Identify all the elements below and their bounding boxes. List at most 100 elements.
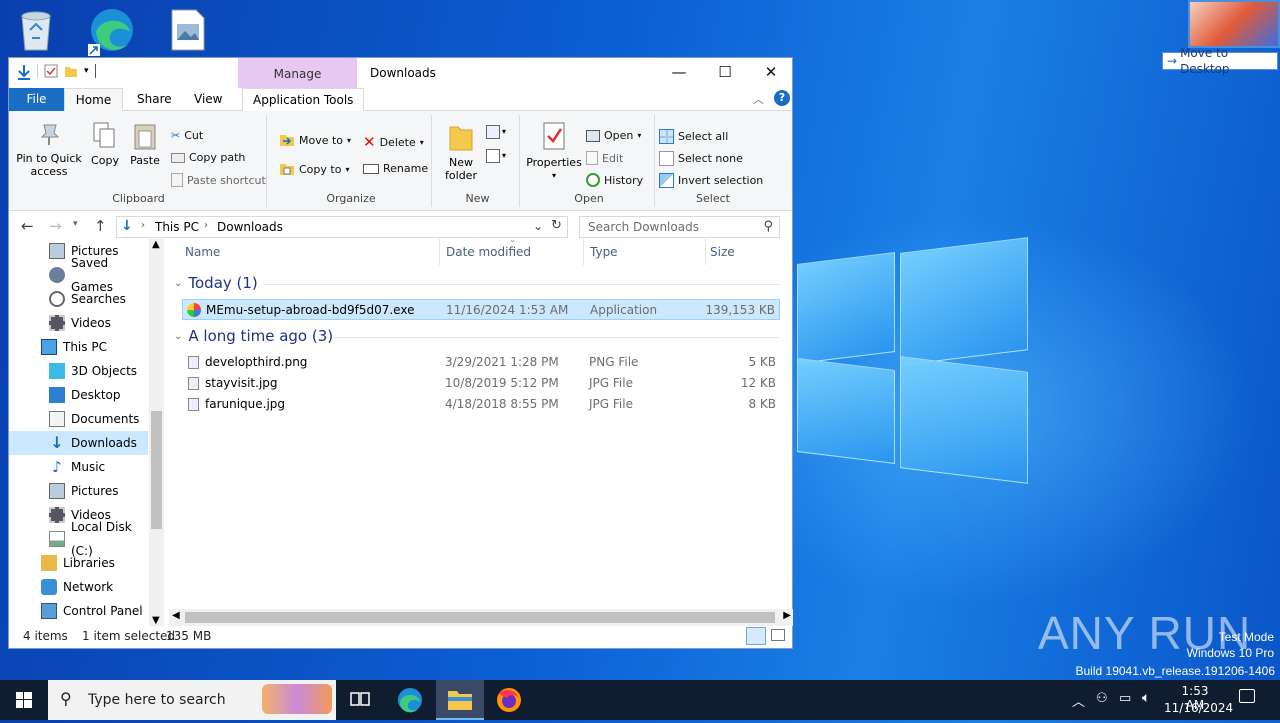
copy-button[interactable]: Copy <box>89 121 121 167</box>
horizontal-scroll-thumb[interactable] <box>185 612 775 623</box>
tab-application-tools[interactable]: Application Tools <box>242 88 365 111</box>
nav-item-pictures-2[interactable]: Pictures <box>9 479 148 503</box>
tab-share[interactable]: Share <box>127 88 182 111</box>
volume-icon[interactable]: 🔈︎ <box>1142 690 1150 706</box>
taskbar-search-box[interactable]: ⚲ Type here to search <box>48 680 336 720</box>
open-button[interactable]: Open ▾ <box>586 129 641 142</box>
clock-date[interactable]: 11/16/2024 <box>1164 701 1233 715</box>
select-all-button[interactable]: Select all <box>659 129 728 144</box>
minimize-button[interactable]: — <box>656 58 702 88</box>
nav-item-network[interactable]: Network <box>9 575 148 599</box>
nav-item-this-pc[interactable]: This PC <box>9 335 148 359</box>
downloads-location-icon: ↓ <box>121 218 133 234</box>
cut-button[interactable]: ✂ Cut <box>171 129 203 142</box>
easy-access-icon[interactable] <box>486 149 500 163</box>
help-icon[interactable]: ? <box>774 90 790 106</box>
scroll-right-icon[interactable]: ▶ <box>783 610 791 621</box>
large-icons-view-icon[interactable] <box>771 629 785 641</box>
paste-shortcut-icon <box>171 173 183 187</box>
connection-tray-icon[interactable]: ▭ <box>1119 691 1131 706</box>
properties-button[interactable]: Properties ▾ <box>526 121 582 182</box>
edit-button[interactable]: Edit <box>586 151 623 165</box>
new-folder-qat-icon[interactable] <box>64 64 78 78</box>
scroll-up-icon[interactable]: ▲ <box>152 239 160 250</box>
close-button[interactable]: ✕ <box>748 58 794 88</box>
back-arrow-icon[interactable]: ← <box>21 217 34 235</box>
file-row-developthird[interactable]: developthird.png 3/29/2021 1:28 PM PNG F… <box>182 352 780 373</box>
copy-path-button[interactable]: Copy path <box>171 151 245 164</box>
file-row-memu-setup[interactable]: MEmu-setup-abroad-bd9f5d07.exe 11/16/202… <box>182 299 780 320</box>
tab-home[interactable]: Home <box>64 88 123 111</box>
start-button[interactable] <box>0 680 48 720</box>
notifications-icon[interactable] <box>1239 689 1255 703</box>
move-to-button[interactable]: Move to ▾ <box>279 133 351 147</box>
nav-item-desktop[interactable]: Desktop <box>9 383 148 407</box>
tab-file[interactable]: File <box>9 88 64 111</box>
forward-arrow-icon[interactable]: → <box>49 217 62 235</box>
invert-selection-button[interactable]: Invert selection <box>659 173 763 188</box>
taskbar-firefox-button[interactable] <box>485 680 533 720</box>
column-name[interactable]: Name <box>185 239 220 265</box>
recycle-bin-icon[interactable] <box>16 8 60 52</box>
rename-button[interactable]: Rename <box>363 162 428 175</box>
nav-item-local-disk[interactable]: Local Disk (C:) <box>9 520 148 558</box>
refresh-icon[interactable]: ↻ <box>551 218 562 233</box>
properties-qat-icon[interactable] <box>44 64 58 78</box>
address-dropdown-icon[interactable]: ⌄ <box>533 219 543 233</box>
nav-item-downloads[interactable]: ↓ Downloads <box>9 431 148 455</box>
qat-dropdown-icon[interactable]: ▾ <box>84 66 89 76</box>
history-button[interactable]: History <box>586 173 643 187</box>
search-input[interactable]: Search Downloads ⚲ <box>579 216 780 238</box>
column-size[interactable]: Size <box>710 239 735 265</box>
paste-shortcut-button[interactable]: Paste shortcut <box>171 173 266 187</box>
breadcrumb-this-pc[interactable]: This PC <box>155 220 199 234</box>
image-file-icon <box>188 377 199 390</box>
select-none-button[interactable]: Select none <box>659 151 743 166</box>
group-header-today[interactable]: ⌄ Today (1) <box>174 274 258 292</box>
nav-scrollbar[interactable]: ▲ ▼ <box>149 239 164 626</box>
breadcrumb-downloads[interactable]: Downloads <box>217 220 283 234</box>
move-to-desktop-button[interactable]: → Move to Desktop <box>1162 46 1278 76</box>
network-tray-icon[interactable]: ⚇ <box>1096 691 1108 706</box>
desktop-preview-thumbnail[interactable] <box>1188 0 1280 48</box>
scroll-left-icon[interactable]: ◀ <box>172 610 180 621</box>
column-date-modified[interactable]: Date modified <box>446 239 531 265</box>
nav-item-documents[interactable]: Documents <box>9 407 148 431</box>
image-file-icon[interactable] <box>168 8 212 52</box>
group-header-long-time-ago[interactable]: ⌄ A long time ago (3) <box>174 327 333 345</box>
nav-item-control-panel[interactable]: Control Panel <box>9 599 148 623</box>
delete-button[interactable]: ✕ Delete ▾ <box>363 133 424 151</box>
column-type[interactable]: Type <box>590 239 618 265</box>
item-count: 4 items <box>23 629 68 643</box>
videos-icon <box>49 315 65 331</box>
details-view-icon[interactable] <box>746 627 766 645</box>
taskbar-edge-button[interactable] <box>386 680 434 720</box>
nav-item-music[interactable]: ♪ Music <box>9 455 148 479</box>
maximize-button[interactable]: ☐ <box>702 58 748 88</box>
edge-shortcut-icon[interactable] <box>88 6 133 56</box>
nav-item-libraries[interactable]: Libraries <box>9 551 148 575</box>
manage-context-tab[interactable]: Manage <box>238 58 357 88</box>
paste-button[interactable]: Paste <box>127 121 163 167</box>
nav-item-searches[interactable]: Searches <box>9 287 148 311</box>
nav-item-videos[interactable]: Videos <box>9 311 148 335</box>
file-row-farunique[interactable]: farunique.jpg 4/18/2018 8:55 PM JPG File… <box>182 394 780 415</box>
libraries-icon <box>41 555 57 571</box>
task-view-button[interactable] <box>336 680 384 720</box>
recent-locations-icon[interactable]: ▾ <box>73 219 78 229</box>
pin-quick-access-button[interactable]: Pin to Quick access <box>15 121 83 178</box>
file-row-stayvisit[interactable]: stayvisit.jpg 10/8/2019 5:12 PM JPG File… <box>182 373 780 394</box>
up-arrow-icon[interactable]: ↑ <box>94 217 107 235</box>
scroll-thumb[interactable] <box>151 411 162 529</box>
nav-item-3d-objects[interactable]: 3D Objects <box>9 359 148 383</box>
new-item-icon[interactable] <box>486 125 500 139</box>
tab-view[interactable]: View <box>184 88 232 111</box>
nav-item-saved-games[interactable]: Saved Games <box>9 256 148 294</box>
new-folder-button[interactable]: New folder <box>440 121 482 182</box>
desktop-icon <box>49 387 65 403</box>
taskbar-file-explorer-button[interactable] <box>436 680 484 720</box>
address-bar[interactable]: ↓ › This PC › Downloads ⌄ ↻ <box>116 216 568 238</box>
collapse-ribbon-icon[interactable]: ︿ <box>753 91 764 107</box>
show-hidden-icons-icon[interactable]: ︿ <box>1072 691 1085 710</box>
copy-to-button[interactable]: Copy to ▾ <box>279 162 349 176</box>
